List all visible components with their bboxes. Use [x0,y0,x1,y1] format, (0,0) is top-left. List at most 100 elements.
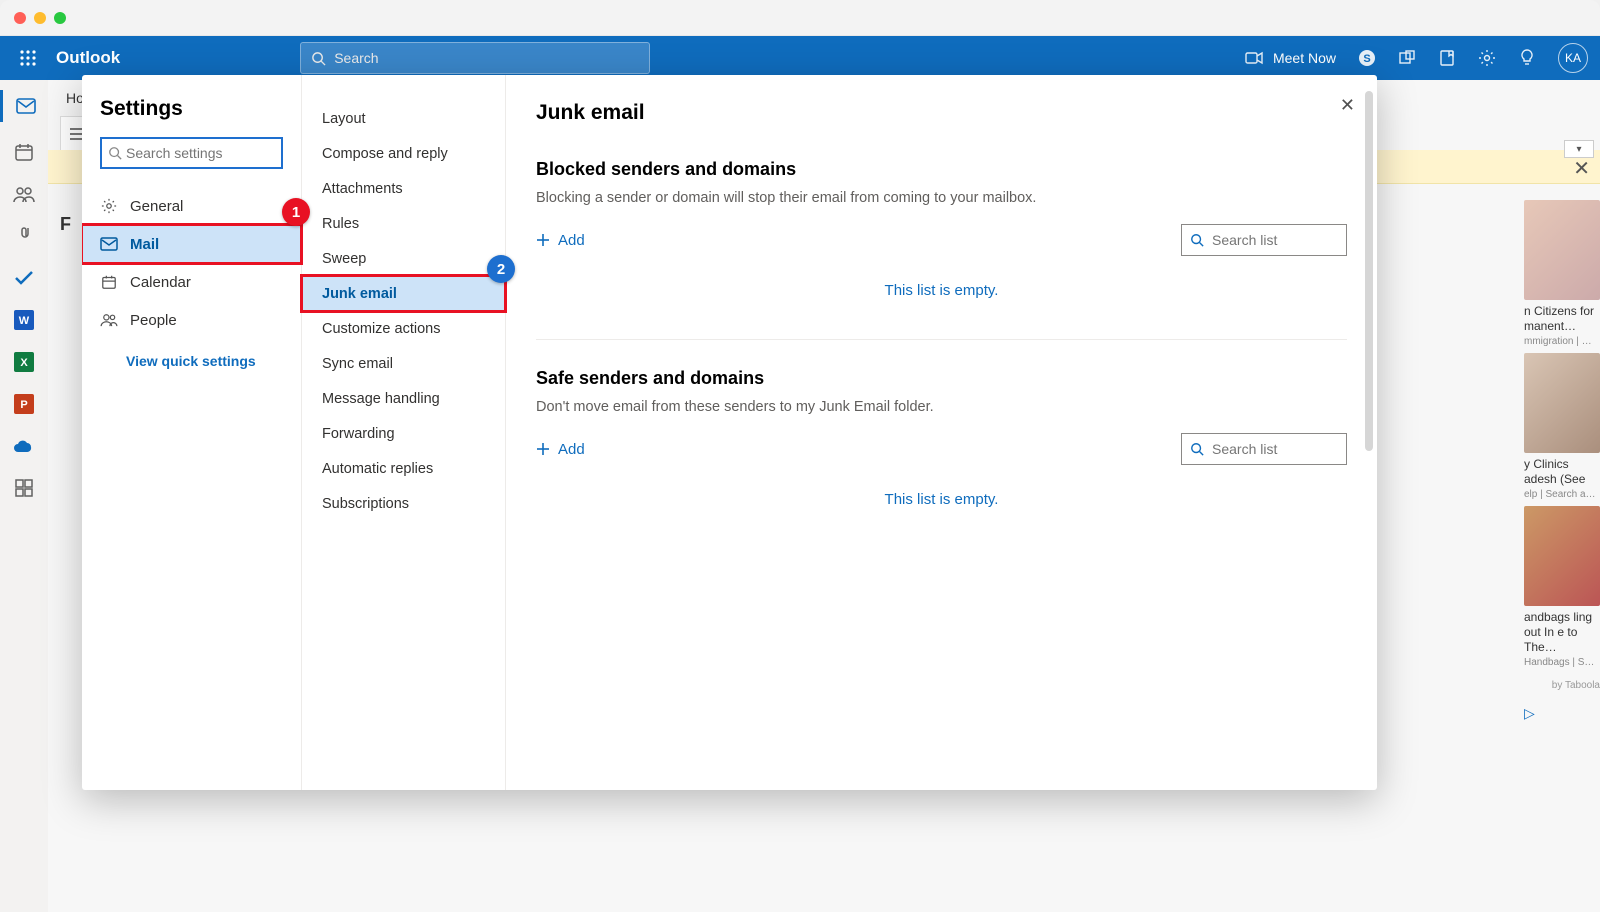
ad-image [1524,200,1600,300]
ad-title: n Citizens for manent… [1524,304,1600,334]
section-divider [536,339,1347,340]
sub-subscriptions[interactable]: Subscriptions [302,486,505,521]
safe-add-button[interactable]: Add [536,441,585,458]
blocked-empty-message: This list is empty. [536,256,1347,339]
skype-icon[interactable]: S [1358,49,1376,67]
rail-powerpoint-icon[interactable]: P [12,392,36,416]
category-mail[interactable]: Mail [82,225,301,263]
blocked-add-button[interactable]: Add [536,232,585,249]
settings-search[interactable] [100,137,283,169]
rail-people-icon[interactable] [12,182,36,206]
taboola-attribution[interactable]: by Taboola [1524,680,1600,691]
sub-item-label: Junk email [322,286,397,302]
plus-icon [536,442,550,456]
sub-forwarding[interactable]: Forwarding [302,416,505,451]
callout-badge-2: 2 [487,255,515,283]
ad-card[interactable]: andbags ling out In e to The… Handbags |… [1524,506,1600,668]
teams-icon[interactable] [1398,49,1416,67]
scrollbar-thumb[interactable] [1365,91,1373,451]
sub-junk-email[interactable]: Junk email [302,276,505,311]
search-icon [1190,442,1204,456]
settings-detail-pane: ✕ Junk email Blocked senders and domains… [506,75,1377,790]
safe-heading: Safe senders and domains [536,368,1347,389]
category-calendar[interactable]: Calendar [82,263,301,301]
view-quick-settings-link[interactable]: View quick settings [82,339,301,369]
ad-meta: mmigration | … [1524,336,1600,347]
rail-word-icon[interactable]: W [12,308,36,332]
safe-search-list[interactable] [1181,433,1347,465]
tips-lightbulb-icon[interactable] [1518,49,1536,67]
mac-zoom-dot[interactable] [54,12,66,24]
calendar-icon [100,274,118,290]
global-search[interactable] [300,42,650,74]
svg-text:W: W [19,315,30,327]
blocked-description: Blocking a sender or domain will stop th… [536,190,1347,206]
ad-title: andbags ling out In e to The… [1524,610,1600,655]
close-icon[interactable]: ✕ [1340,95,1355,116]
mac-close-dot[interactable] [14,12,26,24]
sub-sync-email[interactable]: Sync email [302,346,505,381]
ad-card[interactable]: y Clinics adesh (See elp | Search a… [1524,353,1600,500]
category-label: Calendar [130,274,191,291]
ad-image [1524,353,1600,453]
mail-icon [100,237,118,251]
callout-badge-1: 1 [282,198,310,226]
safe-description: Don't move email from these senders to m… [536,399,1347,415]
banner-dismiss-icon[interactable]: ✕ [1573,156,1590,181]
account-avatar[interactable]: KA [1558,43,1588,73]
rail-more-apps-icon[interactable] [12,476,36,500]
mac-minimize-dot[interactable] [34,12,46,24]
settings-modal: Settings General Mail Calendar [82,75,1377,790]
category-people[interactable]: People [82,301,301,339]
rail-onedrive-icon[interactable] [12,434,36,458]
sub-layout[interactable]: Layout [302,101,505,136]
sub-rules[interactable]: Rules [302,206,505,241]
add-label: Add [558,441,585,458]
global-search-input[interactable] [334,50,639,66]
sub-sweep[interactable]: Sweep [302,241,505,276]
sub-automatic-replies[interactable]: Automatic replies [302,451,505,486]
people-icon [100,313,118,327]
search-icon [108,146,122,160]
search-icon [311,51,326,66]
sub-compose-reply[interactable]: Compose and reply [302,136,505,171]
svg-text:P: P [20,399,27,411]
left-rail: W X P [0,80,48,912]
svg-text:S: S [1363,53,1370,65]
settings-search-input[interactable] [126,145,275,161]
blocked-search-input[interactable] [1212,232,1338,248]
svg-text:X: X [20,357,28,369]
ad-play-icon[interactable]: ▷ [1524,705,1600,722]
ribbon-collapse-chevron[interactable]: ▾ [1564,140,1594,158]
rail-excel-icon[interactable]: X [12,350,36,374]
sub-customize-actions[interactable]: Customize actions [302,311,505,346]
meet-now-label: Meet Now [1273,50,1336,66]
ad-title: y Clinics adesh (See [1524,457,1600,487]
rail-calendar-icon[interactable] [12,140,36,164]
mac-titlebar [0,0,1600,36]
blocked-search-list[interactable] [1181,224,1347,256]
settings-subcategories: Layout Compose and reply Attachments Rul… [302,75,506,790]
page-title: Junk email [536,101,1347,125]
meet-now-button[interactable]: Meet Now [1245,49,1336,67]
rail-files-icon[interactable] [12,224,36,248]
notes-icon[interactable] [1438,49,1456,67]
rail-todo-icon[interactable] [12,266,36,290]
ad-meta: elp | Search a… [1524,489,1600,500]
category-general[interactable]: General [82,187,301,225]
safe-empty-message: This list is empty. [536,465,1347,548]
safe-search-input[interactable] [1212,441,1338,457]
app-launcher-icon[interactable] [12,42,44,74]
ad-meta: Handbags | S… [1524,657,1600,668]
rail-mail-icon[interactable] [0,90,48,122]
app-header: Outlook Meet Now S KA [0,36,1600,80]
ad-image [1524,506,1600,606]
sub-attachments[interactable]: Attachments [302,171,505,206]
ads-column: n Citizens for manent… mmigration | … y … [1524,200,1600,722]
category-label: People [130,312,177,329]
sub-message-handling[interactable]: Message handling [302,381,505,416]
settings-gear-icon[interactable] [1478,49,1496,67]
search-icon [1190,233,1204,247]
ad-card[interactable]: n Citizens for manent… mmigration | … [1524,200,1600,347]
settings-title: Settings [82,97,301,137]
